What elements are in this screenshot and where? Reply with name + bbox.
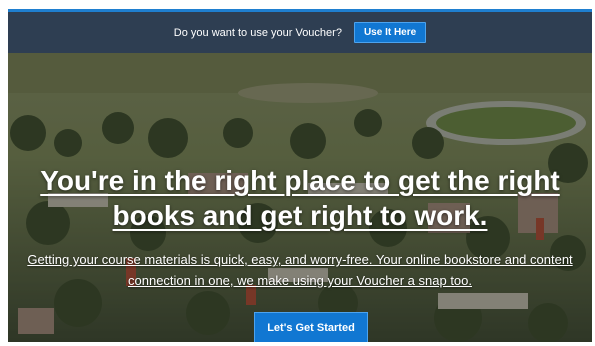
hero-banner: You're in the right place to get the rig…	[8, 53, 592, 342]
hero-subcopy: Getting your course materials is quick, …	[27, 252, 573, 288]
voucher-prompt-text: Do you want to use your Voucher?	[173, 26, 342, 39]
page-frame: Do you want to use your Voucher? Use It …	[8, 9, 592, 342]
lets-get-started-button[interactable]: Let's Get Started	[254, 312, 368, 342]
use-it-here-button[interactable]: Use It Here	[353, 22, 427, 43]
hero-headline: You're in the right place to get the rig…	[40, 165, 560, 231]
voucher-prompt-bar: Do you want to use your Voucher? Use It …	[8, 12, 592, 53]
